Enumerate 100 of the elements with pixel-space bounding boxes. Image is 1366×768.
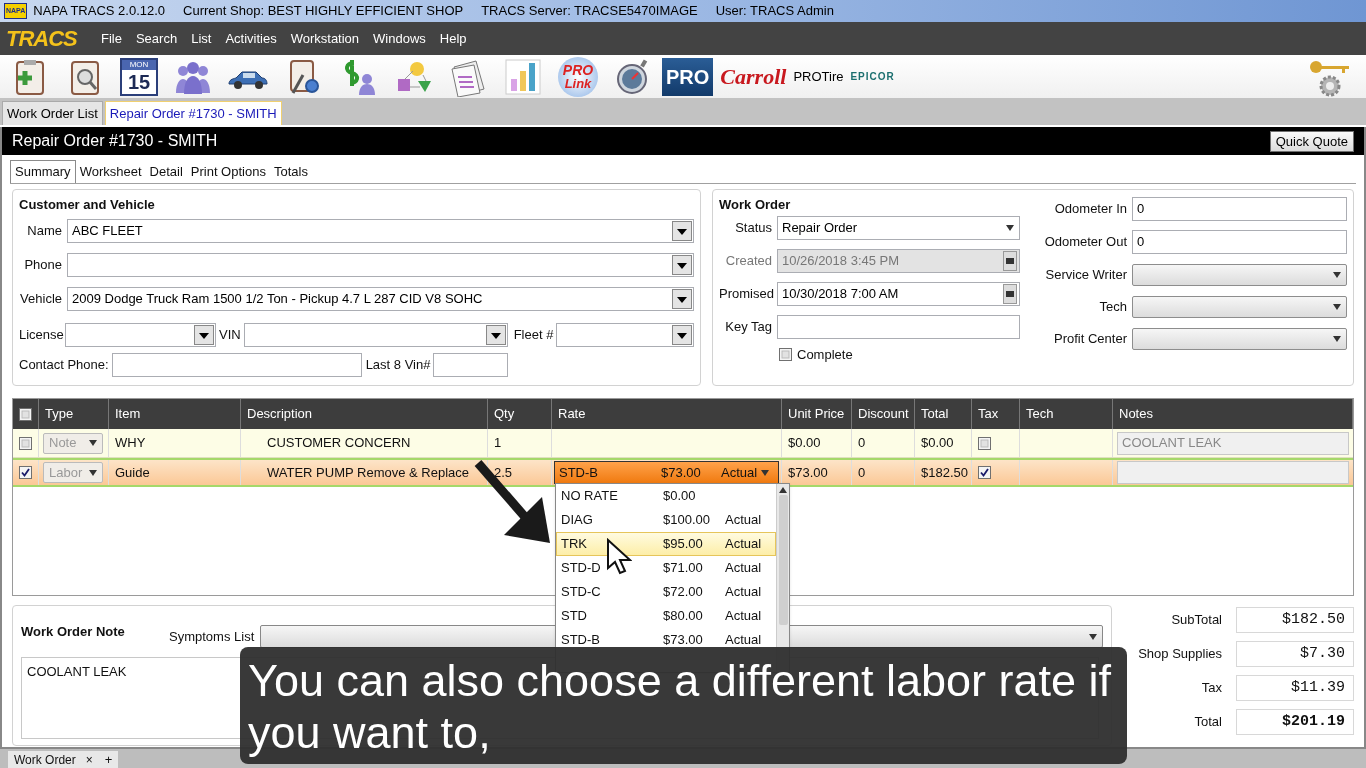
field-label: Odometer Out — [1043, 232, 1127, 251]
table-cell: WATER PUMP Remove & Replace — [241, 460, 488, 485]
calendar-button-icon[interactable] — [1003, 283, 1017, 304]
field-label: Last 8 Vin# — [365, 355, 431, 374]
video-caption: You can also choose a different labor rate if you want to, — [240, 647, 1127, 764]
server-name: TRACS Server: TRACSE5470IMAGE — [481, 2, 698, 21]
table-cell: CUSTOMER CONCERN — [241, 429, 488, 457]
fleet-field[interactable] — [556, 322, 694, 347]
field-label: Status — [734, 218, 772, 237]
field-label: Symptoms List — [169, 627, 255, 646]
license-field[interactable] — [65, 322, 216, 347]
bar-chart-icon[interactable] — [503, 56, 543, 97]
promised-field[interactable]: 10/30/2018 7:00 AM — [777, 281, 1020, 306]
status-field[interactable]: Repair Order — [777, 215, 1020, 240]
partner-logo[interactable]: Carroll — [720, 60, 787, 93]
field-label: Vehicle — [19, 289, 62, 308]
field-label: Promised — [719, 284, 772, 303]
panel-heading: Customer and Vehicle — [19, 196, 155, 214]
table-cell: $182.50 — [915, 460, 972, 485]
amount-field: $201.19 — [1236, 709, 1354, 735]
caret-icon[interactable] — [760, 468, 770, 477]
phone-field[interactable] — [67, 252, 694, 277]
key-tag-field[interactable] — [777, 314, 1020, 339]
panel-heading: Work Order Note — [21, 622, 126, 641]
odometer-in-field[interactable]: 0 — [1132, 196, 1347, 221]
name-field[interactable]: ABC FLEET — [67, 218, 694, 243]
app-title: NAPA TRACS 2.0.12.0 — [33, 2, 166, 21]
notes-field[interactable] — [1117, 461, 1349, 484]
calendar-icon[interactable]: MON 15 — [120, 57, 158, 96]
tab[interactable]: Worksheet — [75, 160, 146, 183]
document-tab[interactable]: Work Order List — [2, 101, 103, 125]
table-cell: 1 — [488, 429, 552, 457]
panel-heading: Work Order — [719, 196, 791, 214]
amount-field: $7.30 — [1236, 641, 1354, 667]
menu-item[interactable]: Help — [432, 28, 474, 49]
odometer-out-field[interactable]: 0 — [1132, 229, 1347, 254]
field-label: Key Tag — [724, 317, 772, 336]
amount-field: $182.50 — [1236, 607, 1354, 633]
partner-logo[interactable]: EPICOR — [850, 69, 895, 84]
mouse-cursor-icon — [606, 538, 632, 576]
rate-option[interactable]: NO RATE $0.00 — [556, 484, 776, 508]
field-label: Odometer In — [1053, 199, 1127, 218]
vehicle-field[interactable]: 2009 Dodge Truck Ram 1500 1/2 Ton - Pickup 4.7 L 287 CID V8 SOHC — [67, 286, 694, 311]
field-label: VIN — [219, 325, 241, 344]
caret-icon[interactable] — [1332, 270, 1342, 279]
field-label: Fleet # — [513, 325, 554, 344]
field-label: Total — [1193, 713, 1222, 732]
table-cell: Guide — [109, 460, 241, 485]
field-label: Complete — [797, 345, 853, 364]
current-shop: Current Shop: BEST HIGHLY EFFICIENT SHOP — [183, 2, 464, 21]
field-label: Created — [724, 251, 772, 270]
rate-dropdown[interactable]: STD-B $73.00 Actual — [554, 461, 779, 484]
table-row[interactable]: Note WHY CUSTOMER CONCERN 1 $0.00 0 $0.00 COOLANT LEAK — [13, 429, 1353, 458]
caret-icon[interactable] — [1332, 302, 1342, 311]
vin-field[interactable] — [243, 322, 508, 347]
tab[interactable]: Detail — [145, 160, 187, 183]
menu-item[interactable]: File — [94, 28, 129, 49]
caret-icon[interactable] — [1088, 632, 1098, 641]
document-tab[interactable]: Repair Order #1730 - SMITH — [104, 101, 282, 125]
table-cell: $0.00 — [782, 429, 852, 457]
menu-item[interactable]: Activities — [218, 28, 284, 49]
checkbox[interactable] — [978, 466, 991, 479]
partner-logo[interactable]: PROTire — [793, 66, 844, 87]
tab[interactable]: Print Options — [186, 160, 270, 183]
app-logo: TRACS — [6, 25, 79, 53]
table-cell: 0 — [852, 429, 915, 457]
quick-quote-button[interactable]: Quick Quote — [1269, 130, 1354, 152]
bottom-tab[interactable]: Work Order × — [8, 751, 99, 768]
caret-icon[interactable] — [88, 439, 98, 447]
caret-icon[interactable] — [88, 468, 98, 477]
tab[interactable]: Totals — [269, 160, 312, 183]
amount-field: $11.39 — [1236, 675, 1354, 701]
caret-icon[interactable] — [1005, 223, 1015, 232]
menu-item[interactable]: Search — [128, 28, 185, 49]
close-tab-button[interactable]: × — [85, 750, 93, 768]
field-label: Contact Phone: — [19, 355, 109, 374]
checkbox[interactable] — [19, 466, 32, 479]
menu-item[interactable]: Windows — [366, 28, 433, 49]
tab[interactable]: Summary — [10, 160, 76, 183]
menu-item[interactable]: Workstation — [283, 28, 367, 49]
checkbox[interactable] — [19, 407, 32, 421]
user-name: User: TRACS Admin — [715, 2, 834, 21]
field-label: Phone — [23, 255, 62, 274]
contact-phone-field[interactable] — [111, 352, 362, 377]
table-row[interactable]: Labor Guide WATER PUMP Remove & Replace 2.5 STD-B $73.00 Actual $73.00 0 $182.50 — [13, 458, 1353, 487]
partner-logo[interactable]: PRO — [662, 57, 714, 96]
checkbox[interactable] — [19, 436, 32, 450]
field-label: Profit Center — [1053, 329, 1127, 348]
prolink-logo[interactable]: PRO Link — [558, 56, 598, 97]
field-label: SubTotal — [1170, 611, 1222, 630]
menu-item[interactable]: List — [184, 28, 219, 49]
field-label: Tax — [1200, 679, 1222, 698]
rate-option[interactable]: TRK $95.00 Actual — [556, 532, 776, 556]
table-cell: $0.00 — [915, 429, 972, 457]
checkbox[interactable] — [779, 347, 792, 361]
checkbox[interactable] — [978, 436, 991, 450]
table-cell: WHY — [109, 429, 241, 457]
table-cell: 0 — [852, 460, 915, 485]
last-8-vin-field[interactable] — [433, 352, 509, 377]
caret-icon[interactable] — [1332, 334, 1342, 343]
